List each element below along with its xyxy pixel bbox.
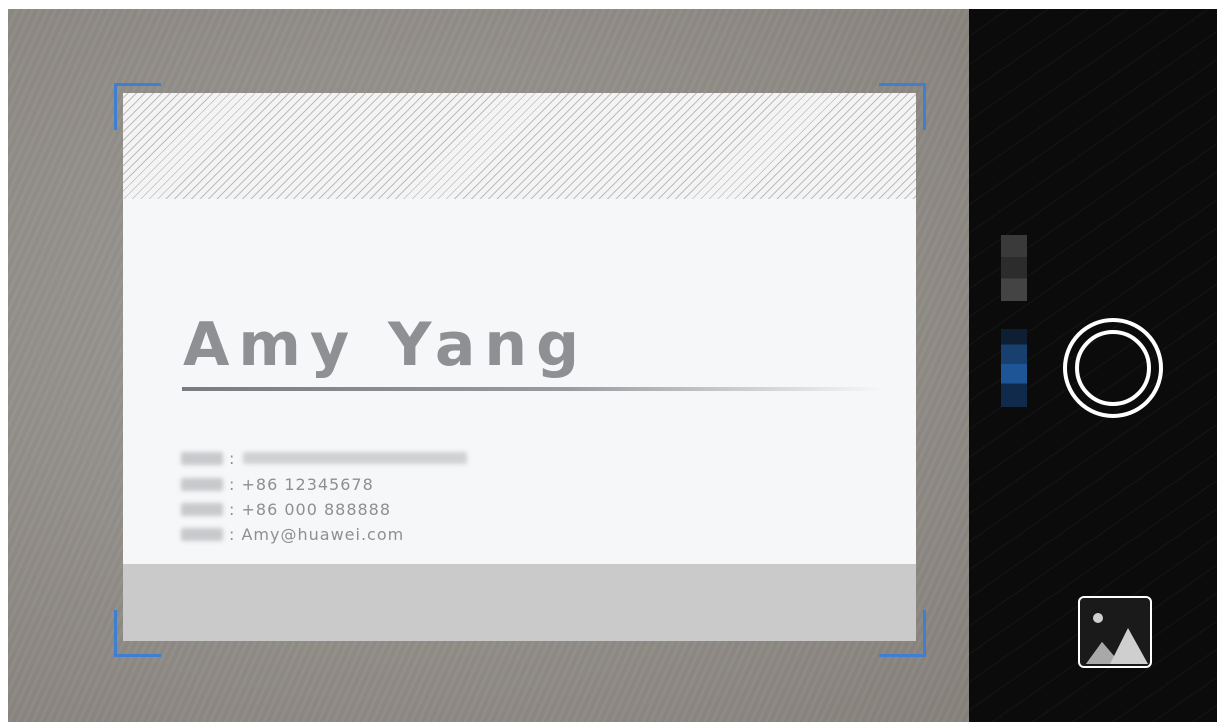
gallery-button[interactable] <box>1078 596 1152 668</box>
scan-frame-corner-top-left <box>114 83 161 130</box>
card-fax-row: : +86 000 888888 <box>181 498 391 520</box>
scan-frame-corner-bottom-left <box>114 610 161 657</box>
scan-frame-corner-top-right <box>879 83 926 130</box>
card-email-row: : Amy@huawei.com <box>181 523 404 545</box>
card-footer-band <box>123 564 916 641</box>
mode-indicator-active[interactable] <box>1001 329 1027 407</box>
card-address-separator: : <box>229 448 236 468</box>
card-fax: : +86 000 888888 <box>229 499 392 519</box>
camera-control-panel <box>969 9 1217 722</box>
card-address-row: : <box>181 447 468 469</box>
card-stripe-band <box>123 93 916 199</box>
blurred-address <box>243 452 468 464</box>
camera-screen: Amy Yang : : +86 12345678 : +86 000 8888… <box>8 9 1217 722</box>
shutter-icon <box>1075 330 1151 406</box>
card-divider <box>182 387 882 391</box>
mode-indicator[interactable] <box>1001 235 1027 301</box>
card-phone: : +86 12345678 <box>229 474 374 494</box>
blurred-label <box>181 502 223 516</box>
card-name: Amy Yang <box>183 310 589 380</box>
shutter-button[interactable] <box>1063 318 1163 418</box>
card-email: : Amy@huawei.com <box>229 524 405 544</box>
scan-frame-corner-bottom-right <box>879 610 926 657</box>
business-card: Amy Yang : : +86 12345678 : +86 000 8888… <box>123 93 916 641</box>
blurred-label <box>181 527 223 541</box>
card-phone-row: : +86 12345678 <box>181 473 374 495</box>
blurred-label <box>181 451 223 465</box>
blurred-label <box>181 477 223 491</box>
gallery-icon <box>1086 613 1148 664</box>
camera-viewfinder: Amy Yang : : +86 12345678 : +86 000 8888… <box>8 9 969 722</box>
